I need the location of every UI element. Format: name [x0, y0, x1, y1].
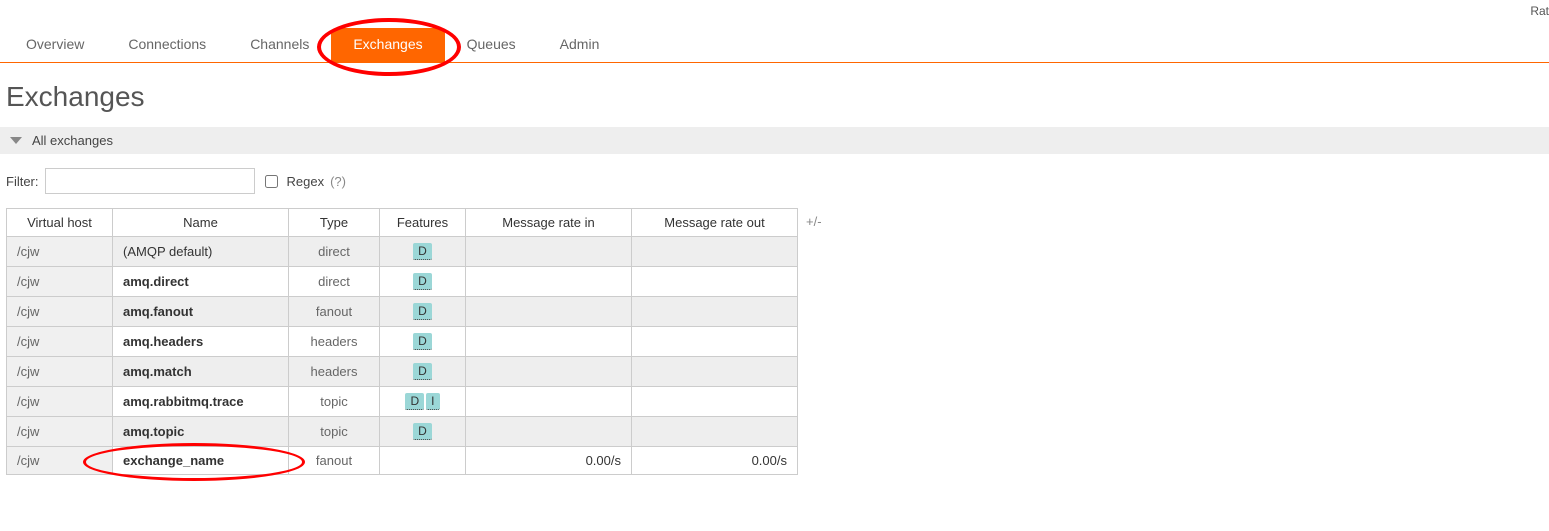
cell-rate-out — [632, 237, 798, 267]
column-header[interactable]: Message rate in — [466, 209, 632, 237]
cell-vhost: /cjw — [7, 417, 113, 447]
collapse-icon — [10, 137, 22, 144]
cell-features: DI — [380, 387, 466, 417]
cell-type: topic — [289, 387, 380, 417]
tab-admin[interactable]: Admin — [538, 28, 622, 62]
cell-rate-out — [632, 297, 798, 327]
cell-rate-out — [632, 267, 798, 297]
table-row: /cjw amq.match headers D — [7, 357, 798, 387]
cell-name: amq.headers — [113, 327, 289, 357]
cell-features: D — [380, 237, 466, 267]
cell-rate-in — [466, 237, 632, 267]
table-row: /cjwamq.rabbitmq.tracetopicDI — [7, 387, 798, 417]
cell-vhost: /cjw — [7, 357, 113, 387]
exchange-link[interactable]: amq.headers — [123, 334, 203, 349]
cell-type: fanout — [289, 297, 380, 327]
cell-features: D — [380, 267, 466, 297]
table-row: /cjw amq.headers headers D — [7, 327, 798, 357]
cell-rate-in — [466, 417, 632, 447]
cell-vhost: /cjw — [7, 237, 113, 267]
cell-name: amq.direct — [113, 267, 289, 297]
cell-features: D — [380, 297, 466, 327]
page-title: Exchanges — [6, 81, 1549, 113]
cell-rate-in — [466, 327, 632, 357]
cell-rate-in — [466, 387, 632, 417]
cell-rate-out — [632, 417, 798, 447]
cell-rate-out — [632, 387, 798, 417]
table-row: /cjw amq.direct direct D — [7, 267, 798, 297]
cell-vhost: /cjw — [7, 267, 113, 297]
section-title: All exchanges — [32, 133, 113, 148]
regex-label: Regex — [287, 174, 325, 189]
cell-rate-out — [632, 327, 798, 357]
feature-tag[interactable]: D — [413, 333, 432, 350]
exchange-link[interactable]: amq.fanout — [123, 304, 193, 319]
feature-tag[interactable]: D — [413, 243, 432, 260]
cell-rate-in — [466, 357, 632, 387]
exchange-link[interactable]: amq.rabbitmq.trace — [123, 394, 244, 409]
columns-toggle[interactable]: +/- — [806, 208, 822, 229]
tab-overview[interactable]: Overview — [4, 28, 106, 62]
cell-type: direct — [289, 237, 380, 267]
main-tabs: OverviewConnectionsChannelsExchangesQueu… — [0, 28, 1549, 63]
cell-rate-in — [466, 297, 632, 327]
cell-features: D — [380, 357, 466, 387]
column-header[interactable]: Features — [380, 209, 466, 237]
feature-tag[interactable]: D — [413, 273, 432, 290]
cell-type: topic — [289, 417, 380, 447]
product-label: Rat — [1530, 4, 1549, 18]
feature-tag[interactable]: D — [413, 303, 432, 320]
cell-rate-in — [466, 267, 632, 297]
cell-type: direct — [289, 267, 380, 297]
cell-vhost: /cjw — [7, 387, 113, 417]
cell-type: fanout — [289, 447, 380, 475]
exchange-link[interactable]: amq.topic — [123, 424, 184, 439]
table-row: /cjw (AMQP default) direct D — [7, 237, 798, 267]
cell-vhost: /cjw — [7, 327, 113, 357]
filter-input[interactable] — [45, 168, 255, 194]
table-row: /cjw amq.topic topic D — [7, 417, 798, 447]
cell-features: D — [380, 327, 466, 357]
filter-row: Filter: Regex (?) — [6, 168, 1549, 194]
cell-name: (AMQP default) — [113, 237, 289, 267]
cell-features: D — [380, 417, 466, 447]
cell-name: amq.rabbitmq.trace — [113, 387, 289, 417]
exchange-link[interactable]: amq.direct — [123, 274, 189, 289]
cell-vhost: /cjw — [7, 447, 113, 475]
cell-name: exchange_name — [113, 447, 289, 475]
cell-rate-out — [632, 357, 798, 387]
feature-tag[interactable]: D — [413, 423, 432, 440]
cell-vhost: /cjw — [7, 297, 113, 327]
feature-tag[interactable]: D — [413, 363, 432, 380]
cell-name: amq.fanout — [113, 297, 289, 327]
section-all-exchanges[interactable]: All exchanges — [0, 127, 1549, 154]
table-row: /cjw amq.fanout fanout D — [7, 297, 798, 327]
regex-help-icon[interactable]: (?) — [330, 174, 346, 189]
exchange-link[interactable]: (AMQP default) — [123, 244, 212, 259]
tab-queues[interactable]: Queues — [445, 28, 538, 62]
cell-type: headers — [289, 357, 380, 387]
tab-connections[interactable]: Connections — [106, 28, 228, 62]
exchanges-table: Virtual hostNameTypeFeaturesMessage rate… — [6, 208, 798, 475]
tab-channels[interactable]: Channels — [228, 28, 331, 62]
feature-tag[interactable]: I — [426, 393, 439, 410]
regex-checkbox[interactable] — [265, 175, 278, 188]
tab-exchanges[interactable]: Exchanges — [331, 28, 444, 62]
exchange-link[interactable]: amq.match — [123, 364, 192, 379]
filter-label: Filter: — [6, 174, 39, 189]
cell-type: headers — [289, 327, 380, 357]
exchange-link[interactable]: exchange_name — [123, 453, 224, 468]
cell-rate-out: 0.00/s — [632, 447, 798, 475]
cell-name: amq.topic — [113, 417, 289, 447]
column-header[interactable]: Type — [289, 209, 380, 237]
column-header[interactable]: Name — [113, 209, 289, 237]
cell-features — [380, 447, 466, 475]
cell-name: amq.match — [113, 357, 289, 387]
column-header[interactable]: Virtual host — [7, 209, 113, 237]
cell-rate-in: 0.00/s — [466, 447, 632, 475]
table-row: /cjw exchange_name fanout 0.00/s0.00/s — [7, 447, 798, 475]
feature-tag[interactable]: D — [405, 393, 424, 410]
column-header[interactable]: Message rate out — [632, 209, 798, 237]
